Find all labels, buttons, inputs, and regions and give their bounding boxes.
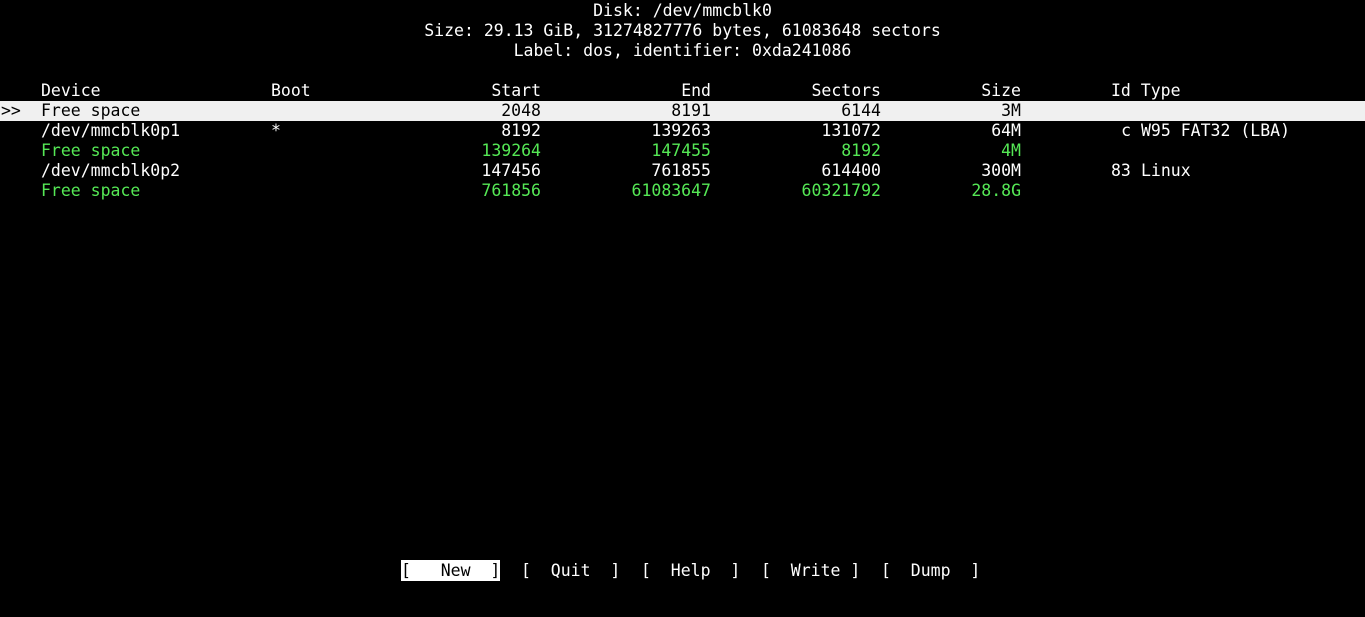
col-sectors: Sectors: [811, 81, 881, 100]
row-start: 2048: [501, 101, 541, 120]
row-id: 83: [1111, 161, 1131, 180]
table-row[interactable]: >> Free space 2048 8191 6144 3M: [0, 101, 1365, 121]
row-start: 761856: [481, 181, 541, 200]
row-size: 3M: [1001, 101, 1021, 120]
selection-cursor: >>: [1, 101, 21, 120]
row-id: [1111, 101, 1131, 121]
disk-title: Disk: /dev/mmcblk0: [593, 1, 772, 20]
disk-label-info: Label: dos, identifier: 0xda241086: [513, 41, 852, 60]
col-boot: Boot: [271, 81, 311, 100]
new-button[interactable]: [ New ]: [401, 560, 501, 581]
row-size: 28.8G: [971, 181, 1021, 200]
row-start: 147456: [481, 161, 541, 180]
row-end: 147455: [651, 141, 711, 160]
row-device: /dev/mmcblk0p2: [41, 161, 181, 180]
help-button[interactable]: [ Help ]: [641, 560, 740, 581]
row-start: 139264: [481, 141, 541, 160]
row-sectors: 8192: [841, 141, 881, 160]
dump-button[interactable]: [ Dump ]: [881, 560, 980, 581]
row-size: 4M: [1001, 141, 1021, 160]
col-id-type: Id Type: [1111, 81, 1181, 100]
table-row[interactable]: /dev/mmcblk0p2 147456 761855 614400 300M…: [0, 161, 1365, 181]
col-start: Start: [491, 81, 541, 100]
row-device: /dev/mmcblk0p1: [41, 121, 181, 140]
disk-size-info: Size: 29.13 GiB, 31274827776 bytes, 6108…: [424, 21, 941, 40]
row-size: 300M: [981, 161, 1021, 180]
table-row[interactable]: Free space 761856 61083647 60321792 28.8…: [0, 181, 1365, 201]
row-id: [1111, 181, 1131, 201]
row-sectors: 6144: [841, 101, 881, 120]
row-end: 139263: [651, 121, 711, 140]
col-device: Device: [41, 81, 101, 100]
row-device: Free space: [41, 141, 141, 160]
row-id: c: [1121, 121, 1131, 140]
row-id: [1111, 141, 1131, 161]
write-button[interactable]: [ Write ]: [761, 560, 860, 581]
table-row[interactable]: /dev/mmcblk0p1 * 8192 139263 131072 64M …: [0, 121, 1365, 141]
row-end: 8191: [671, 101, 711, 120]
col-size: Size: [981, 81, 1021, 100]
row-device: Free space: [41, 101, 141, 120]
row-sectors: 614400: [821, 161, 881, 180]
row-device: Free space: [41, 181, 141, 200]
row-sectors: 60321792: [801, 181, 881, 200]
row-size: 64M: [991, 121, 1021, 140]
row-end: 761855: [651, 161, 711, 180]
row-sectors: 131072: [821, 121, 881, 140]
row-type: W95 FAT32 (LBA): [1141, 121, 1291, 140]
table-row[interactable]: Free space 139264 147455 8192 4M: [0, 141, 1365, 161]
row-start: 8192: [501, 121, 541, 140]
table-header: Device Boot Start End Sectors Size Id Ty…: [0, 81, 1365, 101]
col-end: End: [681, 81, 711, 100]
quit-button[interactable]: [ Quit ]: [521, 560, 620, 581]
row-boot: *: [271, 121, 281, 140]
row-end: 61083647: [631, 181, 711, 200]
row-type: Linux: [1141, 161, 1191, 180]
